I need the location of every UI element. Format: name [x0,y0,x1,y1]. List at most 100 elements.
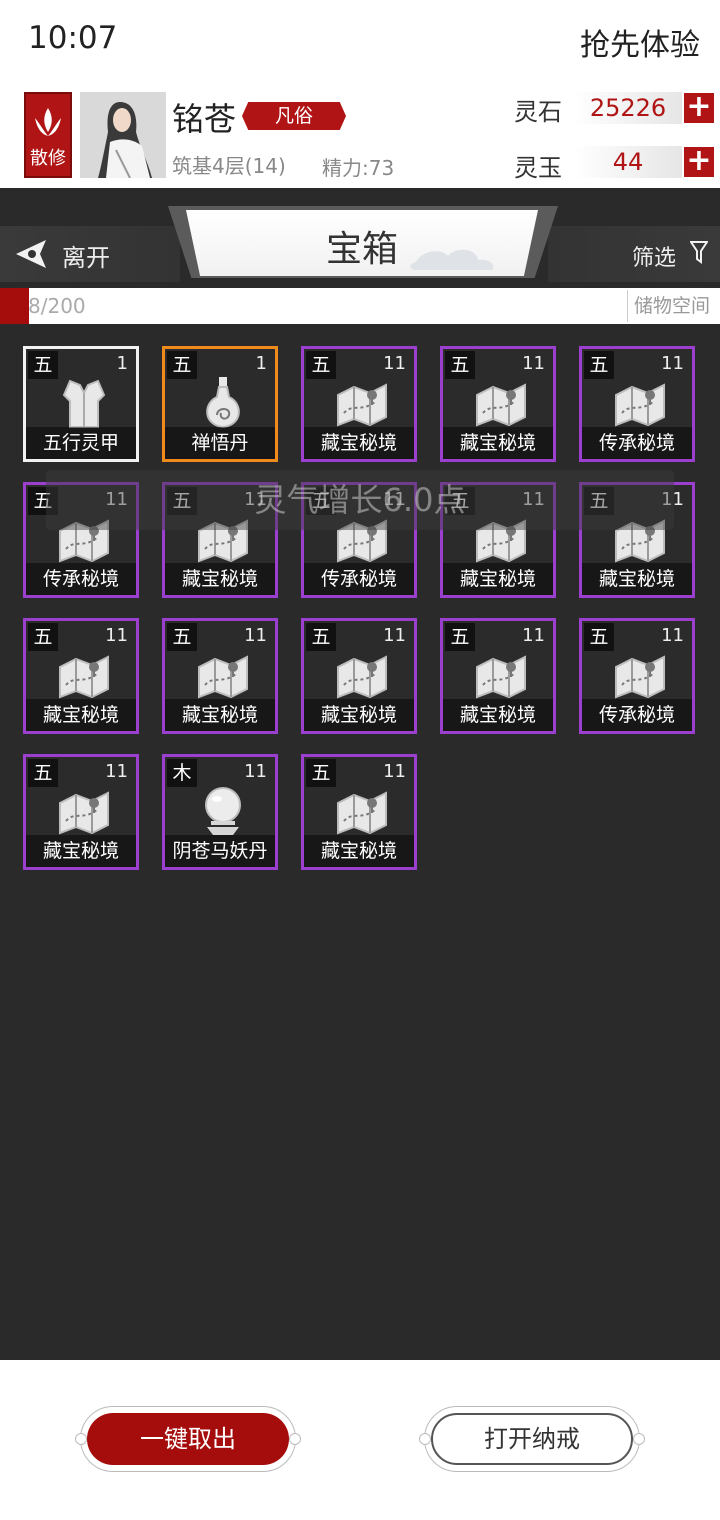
inventory-item[interactable]: 木 11 阴苍马妖丹 [162,754,278,870]
item-name: 藏宝秘境 [165,563,275,595]
map-scroll-icon [471,645,531,705]
item-name: 禅悟丹 [165,427,275,459]
item-count: 11 [105,625,128,646]
item-name: 传承秘境 [26,563,136,595]
action-bar: 一键取出 打开纳戒 [0,1360,720,1520]
item-name: 传承秘境 [304,563,414,595]
capacity-fill [0,288,29,324]
inventory-item[interactable]: 五 11 藏宝秘境 [301,346,417,462]
item-count: 11 [661,353,684,374]
sect-badge[interactable]: 散修 [24,92,72,178]
sect-label: 散修 [30,148,66,169]
inventory-item[interactable]: 五 11 藏宝秘境 [301,754,417,870]
map-scroll-icon [610,645,670,705]
inventory-item[interactable]: 五 11 藏宝秘境 [440,618,556,734]
inventory-item[interactable]: 五 11 传承秘境 [579,618,695,734]
item-count: 11 [244,761,267,782]
avatar-portrait [80,92,166,178]
item-name: 传承秘境 [582,699,692,731]
take-all-label: 一键取出 [87,1413,289,1465]
spirit-jade-value: 44 [574,146,682,178]
chest-panel: 离开 筛选 宝箱 8/200 储物空间 五 1 五行灵甲五 1 禅悟丹五 11 藏宝秘境五 1… [0,188,720,1360]
item-name: 藏宝秘境 [165,699,275,731]
add-spirit-jade-button[interactable]: + [684,146,714,177]
item-count: 11 [661,625,684,646]
item-count: 11 [105,761,128,782]
map-scroll-icon [193,645,253,705]
inventory-item[interactable]: 五 1 禅悟丹 [162,346,278,462]
item-count: 11 [383,353,406,374]
inventory-item[interactable]: 五 1 五行灵甲 [23,346,139,462]
profile-header: 散修 铭苍 凡俗 筑基4层(14) 精力:73 灵石 25226 + 灵玉 44… [0,80,720,188]
item-name: 藏宝秘境 [26,699,136,731]
add-spirit-stone-button[interactable]: + [684,92,714,123]
leave-label: 离开 [62,244,110,272]
map-scroll-icon [54,645,114,705]
inventory-item[interactable]: 五 11 传承秘境 [579,346,695,462]
status-bar: 10:07 抢先体验 [0,0,720,80]
item-name: 藏宝秘境 [443,699,553,731]
energy-stat: 精力:73 [322,156,395,180]
button-ornament [75,1433,87,1445]
spirit-gain-toast: 灵气增长6.0点 [46,470,674,530]
spirit-jade-label: 灵玉 [514,154,562,182]
capacity-count: 8/200 [28,294,86,318]
spirit-stone-label: 灵石 [514,98,562,126]
app-root: 10:07 抢先体验 散修 铭苍 凡俗 筑基4层(14) 精力:73 灵石 25… [0,0,720,1520]
map-scroll-icon [332,373,392,433]
inventory-item[interactable]: 五 11 藏宝秘境 [23,618,139,734]
item-count: 11 [522,353,545,374]
item-name: 藏宝秘境 [443,563,553,595]
player-name: 铭苍 [172,100,237,138]
storage-space-tab[interactable]: 储物空间 [626,290,716,322]
button-ornament [289,1433,301,1445]
rank-badge: 凡俗 [242,102,346,130]
early-access-link[interactable]: 抢先体验 [580,20,700,64]
filter-label: 筛选 [632,246,677,271]
map-scroll-icon [471,373,531,433]
item-name: 传承秘境 [582,427,692,459]
spirit-stone-value: 25226 [574,92,682,124]
item-name: 阴苍马妖丹 [165,835,275,867]
item-name: 藏宝秘境 [26,835,136,867]
title-bar: 离开 筛选 宝箱 [0,204,720,292]
item-name: 藏宝秘境 [443,427,553,459]
map-scroll-icon [610,373,670,433]
item-name: 藏宝秘境 [582,563,692,595]
back-arrow-icon [16,240,46,268]
item-name: 藏宝秘境 [304,427,414,459]
avatar[interactable] [80,92,166,178]
item-count: 1 [116,353,128,374]
storage-capacity-bar: 8/200 储物空间 [0,288,720,324]
clock: 10:07 [28,20,118,56]
open-ring-label: 打开纳戒 [431,1413,633,1465]
pearl-icon [193,781,253,841]
cultivation-realm: 筑基4层(14) [172,154,286,178]
inventory-item[interactable]: 五 11 藏宝秘境 [162,618,278,734]
open-ring-button[interactable]: 打开纳戒 [419,1406,645,1472]
item-count: 11 [383,761,406,782]
leave-button[interactable]: 离开 [0,226,180,282]
take-all-button[interactable]: 一键取出 [75,1406,301,1472]
filter-button[interactable]: 筛选 [548,226,720,282]
item-count: 11 [244,625,267,646]
page-title: 宝箱 [325,229,398,270]
item-name: 藏宝秘境 [304,699,414,731]
inventory-item[interactable]: 五 11 藏宝秘境 [301,618,417,734]
item-count: 11 [522,625,545,646]
inventory-item[interactable]: 五 11 藏宝秘境 [23,754,139,870]
gourd-icon [193,373,253,433]
inventory-item[interactable]: 五 11 藏宝秘境 [440,346,556,462]
item-name: 五行灵甲 [26,427,136,459]
item-count: 11 [383,625,406,646]
item-name: 藏宝秘境 [304,835,414,867]
item-count: 1 [255,353,267,374]
armor-icon [54,373,114,433]
filter-icon [690,241,708,264]
map-scroll-icon [54,781,114,841]
map-scroll-icon [332,645,392,705]
button-ornament [633,1433,645,1445]
map-scroll-icon [332,781,392,841]
lotus-icon [35,108,61,136]
button-ornament [419,1433,431,1445]
